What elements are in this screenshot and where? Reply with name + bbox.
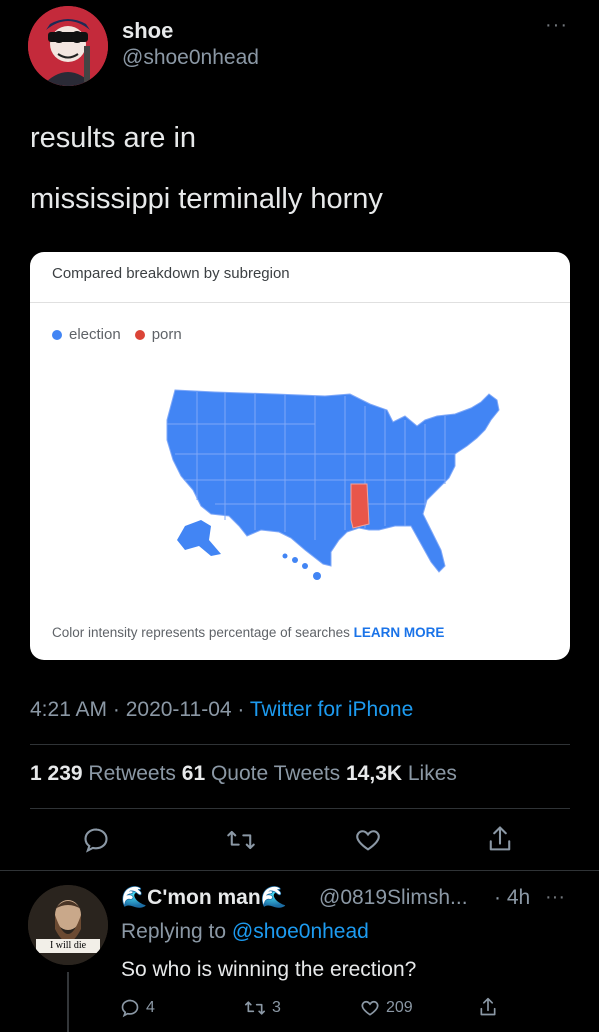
retweet-button[interactable]: [226, 826, 256, 859]
heart-icon: [361, 1000, 379, 1016]
likes-label[interactable]: Likes: [402, 762, 457, 785]
legend-dot-porn: [134, 329, 145, 340]
legend-item-porn: porn: [134, 326, 182, 343]
us-map: [166, 389, 500, 580]
tweet-text-line-2: mississippi terminally horny: [30, 183, 383, 215]
avatar-caption: I will die: [49, 940, 87, 951]
reply-icon: [84, 828, 108, 853]
author-name[interactable]: shoe: [122, 18, 173, 44]
retweet-icon: [227, 830, 255, 850]
reply-time[interactable]: · 4h: [494, 886, 530, 910]
reply-icon: [121, 999, 139, 1018]
reply-button[interactable]: [82, 826, 110, 859]
legend-dot-election: [52, 329, 62, 340]
tweet-text-line-1: results are in: [30, 122, 197, 154]
reply-avatar-illustration: [28, 885, 108, 965]
card-title: Compared breakdown by subregion: [52, 265, 290, 282]
card-divider: [30, 302, 570, 303]
replying-to-handle[interactable]: @shoe0nhead: [232, 920, 369, 943]
mississippi-state: [350, 483, 370, 529]
author-handle[interactable]: @shoe0nhead: [122, 46, 259, 70]
replying-prefix: Replying to: [121, 920, 232, 943]
likes-count[interactable]: 14,3K: [346, 762, 402, 785]
wave-emoji-icon: 🌊: [121, 886, 148, 909]
divider-stats: [30, 808, 570, 809]
reply-retweets-button[interactable]: 3: [244, 998, 281, 1018]
legend-item-election: election: [52, 326, 121, 343]
share-button[interactable]: [486, 824, 514, 859]
more-options-icon[interactable]: ···: [545, 14, 568, 37]
share-icon: [480, 997, 496, 1016]
reply-share-button[interactable]: [478, 996, 504, 1018]
reply-likes-button[interactable]: 209: [360, 998, 413, 1018]
wave-emoji-icon: 🌊: [260, 886, 287, 909]
quote-tweets-label[interactable]: Quote Tweets: [205, 762, 346, 785]
like-button[interactable]: [354, 826, 382, 859]
retweet-icon: [244, 1001, 265, 1015]
reply-likes-count: 209: [386, 999, 413, 1016]
retweets-count[interactable]: 1 239: [30, 762, 83, 785]
divider-meta: [30, 744, 570, 745]
share-icon: [489, 826, 511, 851]
timestamp[interactable]: 4:21 AM · 2020-11-04 ·: [30, 698, 250, 721]
card-footnote: Color intensity represents percentage of…: [52, 625, 444, 640]
reply-replies-count: 4: [146, 999, 155, 1016]
source-link[interactable]: Twitter for iPhone: [250, 698, 413, 721]
reply-more-icon[interactable]: ···: [545, 886, 565, 909]
reply-author-avatar[interactable]: I will die: [28, 885, 108, 965]
avatar-illustration: [28, 6, 108, 86]
author-avatar[interactable]: [28, 6, 108, 86]
tweet-meta: 4:21 AM · 2020-11-04 · Twitter for iPhon…: [30, 698, 413, 722]
legend-label-porn: porn: [151, 326, 182, 343]
reply-author-name[interactable]: 🌊C'mon man🌊: [121, 886, 287, 910]
footnote-text: Color intensity represents percentage of…: [52, 625, 354, 640]
reply-replies-button[interactable]: 4: [120, 998, 155, 1018]
reply-text: So who is winning the erection?: [121, 958, 417, 981]
reply-author-handle[interactable]: @0819Slimsh...: [319, 886, 468, 910]
replying-to: Replying to @shoe0nhead: [121, 920, 369, 944]
embedded-image-card[interactable]: Compared breakdown by subregion election…: [30, 252, 570, 660]
us-contiguous-map: [166, 389, 500, 573]
alaska-state: [177, 520, 221, 556]
thread-line: [67, 972, 69, 1032]
tweet-stats: 1 239 Retweets 61 Quote Tweets 14,3K Lik…: [30, 762, 457, 786]
heart-icon: [356, 830, 380, 851]
map-legend: election porn: [52, 326, 196, 343]
learn-more-link[interactable]: LEARN MORE: [354, 625, 445, 640]
quote-tweets-count[interactable]: 61: [182, 762, 205, 785]
reply-author-name-text: C'mon man: [147, 886, 261, 909]
divider-actions: [0, 870, 599, 871]
legend-label-election: election: [69, 326, 121, 343]
retweets-label[interactable]: Retweets: [83, 762, 182, 785]
reply-retweets-count: 3: [272, 999, 281, 1016]
